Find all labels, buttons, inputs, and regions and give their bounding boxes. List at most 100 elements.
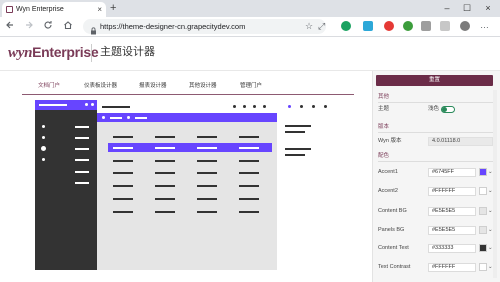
preview-bar [155,147,175,149]
preview-bar [239,160,259,162]
preview-dot [288,105,291,108]
preview-bar [155,185,175,187]
more-menu-icon[interactable]: … [480,19,489,31]
color-label-content-bg: Content BG [378,208,407,214]
color-input-panels-bg[interactable]: #E5E5E5 [428,226,476,235]
browser-tab-title: Wyn Enterprise [16,6,64,13]
tab-document-portal[interactable]: 文档门户 [38,82,60,90]
preview-bar [239,147,259,149]
chevron-down-icon[interactable]: ⌄ [488,168,493,176]
preview-dot [233,105,236,108]
read-aloud-icon[interactable]: ⤢ [318,20,325,32]
preview-bar [239,198,259,200]
preview-dot [102,116,105,119]
chevron-down-icon[interactable]: ⌄ [488,244,493,252]
toggle-knob [442,107,447,112]
extension-green-icon[interactable] [403,21,413,31]
preview-dot [42,136,45,139]
color-swatch-text-contrast[interactable] [479,263,487,271]
bookmark-star-icon[interactable]: ☆ [305,20,313,32]
extension-red-icon[interactable] [384,21,394,31]
preview-bar [197,147,217,149]
preview-bar [155,172,175,174]
extension-evernote-icon[interactable] [341,21,351,31]
preview-dot [312,105,315,108]
preview-bar [113,172,133,174]
preview-dot [300,105,303,108]
preview-bar [239,136,259,138]
back-arrow-icon[interactable] [4,20,16,35]
preview-bar [197,185,217,187]
color-swatch-accent1[interactable] [479,168,487,176]
reset-button[interactable]: 重置 [376,75,493,86]
preview-bar [75,126,89,128]
color-swatch-content-bg[interactable] [479,207,487,215]
preview-dot [41,146,46,151]
color-input-content-text[interactable]: #333333 [428,244,476,253]
chevron-down-icon[interactable]: ⌄ [488,187,493,195]
extension-grid-icon[interactable] [421,21,431,31]
color-input-content-bg[interactable]: #E5E5E5 [428,207,476,216]
preview-dot [91,103,94,106]
preview-bar [113,185,133,187]
preview-dot [85,103,88,106]
preview-bar [239,185,259,187]
home-icon[interactable] [62,20,74,35]
profile-avatar[interactable] [460,21,470,31]
color-swatch-content-text[interactable] [479,244,487,252]
preview-bar [39,104,67,106]
forward-arrow-icon[interactable] [23,20,35,35]
version-field: 4.0.01118.0 [428,137,493,146]
preview-dot [42,158,45,161]
preview-bar [285,131,305,133]
color-input-accent2[interactable]: #FFFFFF [428,187,476,196]
preview-bar [285,125,311,127]
preview-bar [197,211,217,213]
color-swatch-panels-bg[interactable] [479,226,487,234]
preview-bar [113,136,133,138]
preview-bar [75,171,89,173]
color-swatch-accent2[interactable] [479,187,487,195]
chevron-down-icon[interactable]: ⌄ [488,207,493,215]
extension-reader-icon[interactable] [363,21,373,31]
section-title-other: 其他 [378,94,390,100]
tab-report-designer[interactable]: 报表设计器 [139,82,167,90]
color-input-text-contrast[interactable]: #FFFFFF [428,263,476,272]
preview-bar [135,117,147,119]
preview-dot [324,105,327,108]
panel-scrollbar[interactable] [493,90,497,278]
preview-bar [197,172,217,174]
lock-icon[interactable] [90,22,97,35]
preview-bar [155,211,175,213]
section-title-colors: 配色 [378,153,390,159]
preview-dot [127,116,130,119]
chevron-down-icon[interactable]: ⌄ [488,263,493,271]
minimize-button[interactable]: – [440,1,454,15]
new-tab-button[interactable]: + [110,2,116,15]
color-input-accent1[interactable]: #6745FF [428,168,476,177]
color-label-accent1: Accent1 [378,169,398,175]
preview-bar [113,211,133,213]
url-text[interactable]: https://theme-designer-cn.grapecitydev.c… [100,20,245,34]
preview-bar [239,211,259,213]
tab-other-designers[interactable]: 其他设计器 [189,82,217,90]
page-title: 主题设计器 [100,46,155,58]
collections-icon[interactable] [440,21,450,31]
maximize-button[interactable]: ☐ [460,1,474,15]
preview-dot [243,105,246,108]
tab-close-icon[interactable]: × [97,2,102,17]
section-title-version: 版本 [378,124,390,130]
section-divider [378,132,493,133]
wyn-enterprise-logo: wynEnterprise [8,44,99,61]
tab-admin-portal[interactable]: 管理门户 [240,82,262,90]
preview-bar [285,148,311,150]
preview-bar [102,106,130,108]
color-label-content-text: Content Text [378,245,409,251]
reload-icon[interactable] [42,20,54,35]
browser-tab[interactable]: Wyn Enterprise × [2,2,106,17]
preview-bar [113,160,133,162]
tab-dashboard-designer[interactable]: 仪表板设计器 [84,82,117,90]
window-close-button[interactable]: × [481,1,495,15]
theme-label: 主题 [378,106,390,112]
chevron-down-icon[interactable]: ⌄ [488,226,493,234]
